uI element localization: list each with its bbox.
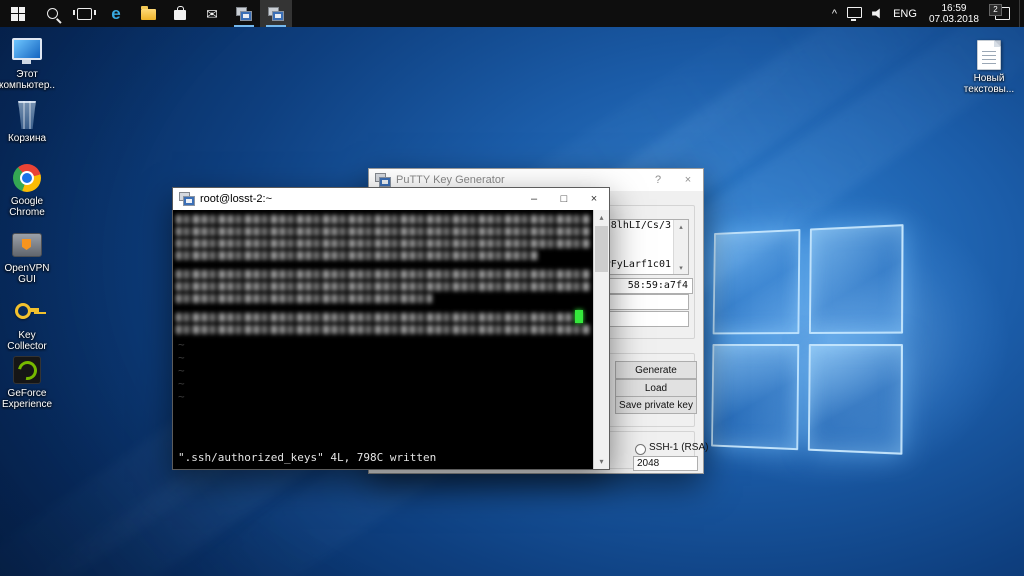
putty-icon: [236, 7, 252, 21]
icon-label: OpenVPN GUI: [0, 263, 56, 285]
bits-field[interactable]: 2048: [633, 456, 698, 471]
terminal-cursor: [575, 310, 583, 323]
task-view-button[interactable]: [68, 0, 100, 27]
start-button[interactable]: [0, 0, 36, 27]
scroll-up-icon[interactable]: ▴: [674, 220, 688, 233]
clock-time: 16:59: [941, 3, 966, 14]
vim-tilde: ~: [178, 351, 185, 364]
taskbar: e ✉ ^: [0, 0, 1024, 27]
terminal-content[interactable]: ~ ~ ~ ~ ~ ".ssh/authorized_keys" 4L, 798…: [173, 210, 609, 469]
vim-tilde: ~: [178, 390, 185, 403]
desktop-icon-recycle-bin[interactable]: Корзина: [0, 100, 56, 144]
desktop-icon-geforce[interactable]: GeForce Experience: [0, 355, 56, 410]
maximize-button[interactable]: □: [549, 188, 579, 210]
icon-label: Google Chrome: [0, 196, 56, 218]
ssh1-rsa-radio[interactable]: [635, 444, 646, 455]
search-icon: [47, 8, 58, 19]
icon-label: Этот компьютер...: [0, 69, 56, 92]
text-document-icon: [977, 40, 1001, 70]
terminal-titlebar[interactable]: root@losst-2:~ – □ ×: [173, 188, 609, 210]
generate-button[interactable]: Generate: [615, 361, 697, 379]
network-tray-button[interactable]: [842, 0, 867, 27]
edge-button[interactable]: e: [100, 0, 132, 27]
openvpn-icon: [12, 233, 42, 257]
show-desktop-button[interactable]: [1019, 0, 1024, 27]
scrollbar-thumb[interactable]: [595, 226, 608, 272]
chevron-up-icon: ^: [832, 8, 837, 20]
redacted-terminal-text: [176, 212, 591, 334]
ssh1-rsa-label: SSH-1 (RSA): [649, 442, 708, 453]
icon-label: Корзина: [0, 133, 56, 144]
vim-status-line: ".ssh/authorized_keys" 4L, 798C written: [178, 451, 436, 464]
desktop-icon-google-chrome[interactable]: Google Chrome: [0, 163, 56, 218]
desktop-icon-new-text-document[interactable]: Новый текстовы...: [960, 40, 1018, 95]
vim-tilde: ~: [178, 364, 185, 377]
putty-taskbar-button[interactable]: [228, 0, 260, 27]
desktop-icon-openvpn[interactable]: OpenVPN GUI: [0, 230, 56, 285]
save-private-key-button[interactable]: Save private key: [615, 396, 697, 414]
search-button[interactable]: [36, 0, 68, 27]
running-indicator: [234, 25, 254, 27]
load-button[interactable]: Load: [615, 379, 697, 397]
clock-date: 07.03.2018: [929, 14, 979, 25]
edge-icon: e: [111, 5, 120, 22]
putty-app-icon: [179, 192, 195, 206]
volume-tray-button[interactable]: [867, 0, 888, 27]
desktop: Этот компьютер... Корзина Google Chrome …: [0, 0, 1024, 576]
chrome-icon: [13, 164, 41, 192]
terminal-scrollbar[interactable]: ▴ ▾: [593, 210, 609, 469]
speaker-icon: [872, 8, 883, 19]
folder-icon: [141, 9, 156, 20]
mail-icon: ✉: [206, 7, 218, 21]
desktop-icon-this-pc[interactable]: Этот компьютер...: [0, 36, 56, 92]
puttygen-app-icon: [375, 173, 391, 187]
file-explorer-button[interactable]: [132, 0, 164, 27]
vim-tilde: ~: [178, 338, 185, 351]
geforce-icon: [13, 356, 41, 384]
help-button[interactable]: ?: [643, 169, 673, 191]
running-indicator: [266, 25, 286, 27]
notification-badge: 2: [989, 4, 1002, 16]
this-pc-icon: [12, 38, 42, 64]
action-center-button[interactable]: 2: [986, 0, 1019, 27]
scroll-down-icon[interactable]: ▾: [674, 261, 688, 274]
icon-label: Key Collector: [0, 330, 56, 352]
clock[interactable]: 16:59 07.03.2018: [922, 3, 986, 25]
desktop-icon-key-collector[interactable]: Key Collector: [0, 297, 56, 352]
network-icon: [847, 7, 862, 18]
terminal-window-title: root@losst-2:~: [200, 193, 272, 205]
mail-button[interactable]: ✉: [196, 0, 228, 27]
scroll-up-icon[interactable]: ▴: [594, 210, 609, 225]
store-bag-icon: [174, 10, 186, 20]
icon-label: Новый текстовы...: [960, 73, 1018, 95]
task-view-icon: [77, 8, 92, 20]
icon-label: GeForce Experience: [0, 388, 56, 410]
recycle-bin-icon: [17, 101, 37, 129]
puttygen-icon: [268, 7, 284, 21]
key-icon: [14, 299, 40, 325]
minimize-button[interactable]: –: [519, 188, 549, 210]
puttygen-window-title: PuTTY Key Generator: [396, 174, 505, 186]
tray-overflow-button[interactable]: ^: [827, 0, 842, 27]
key-scrollbar[interactable]: ▴ ▾: [673, 220, 688, 274]
vim-tilde: ~: [178, 377, 185, 390]
store-button[interactable]: [164, 0, 196, 27]
language-indicator[interactable]: ENG: [888, 0, 922, 27]
windows-start-icon: [11, 7, 25, 21]
terminal-window: root@losst-2:~ – □ × ~ ~ ~: [172, 187, 610, 470]
scroll-down-icon[interactable]: ▾: [594, 454, 609, 469]
close-button[interactable]: ×: [579, 188, 609, 210]
puttygen-taskbar-button[interactable]: [260, 0, 292, 27]
close-button[interactable]: ×: [673, 169, 703, 191]
